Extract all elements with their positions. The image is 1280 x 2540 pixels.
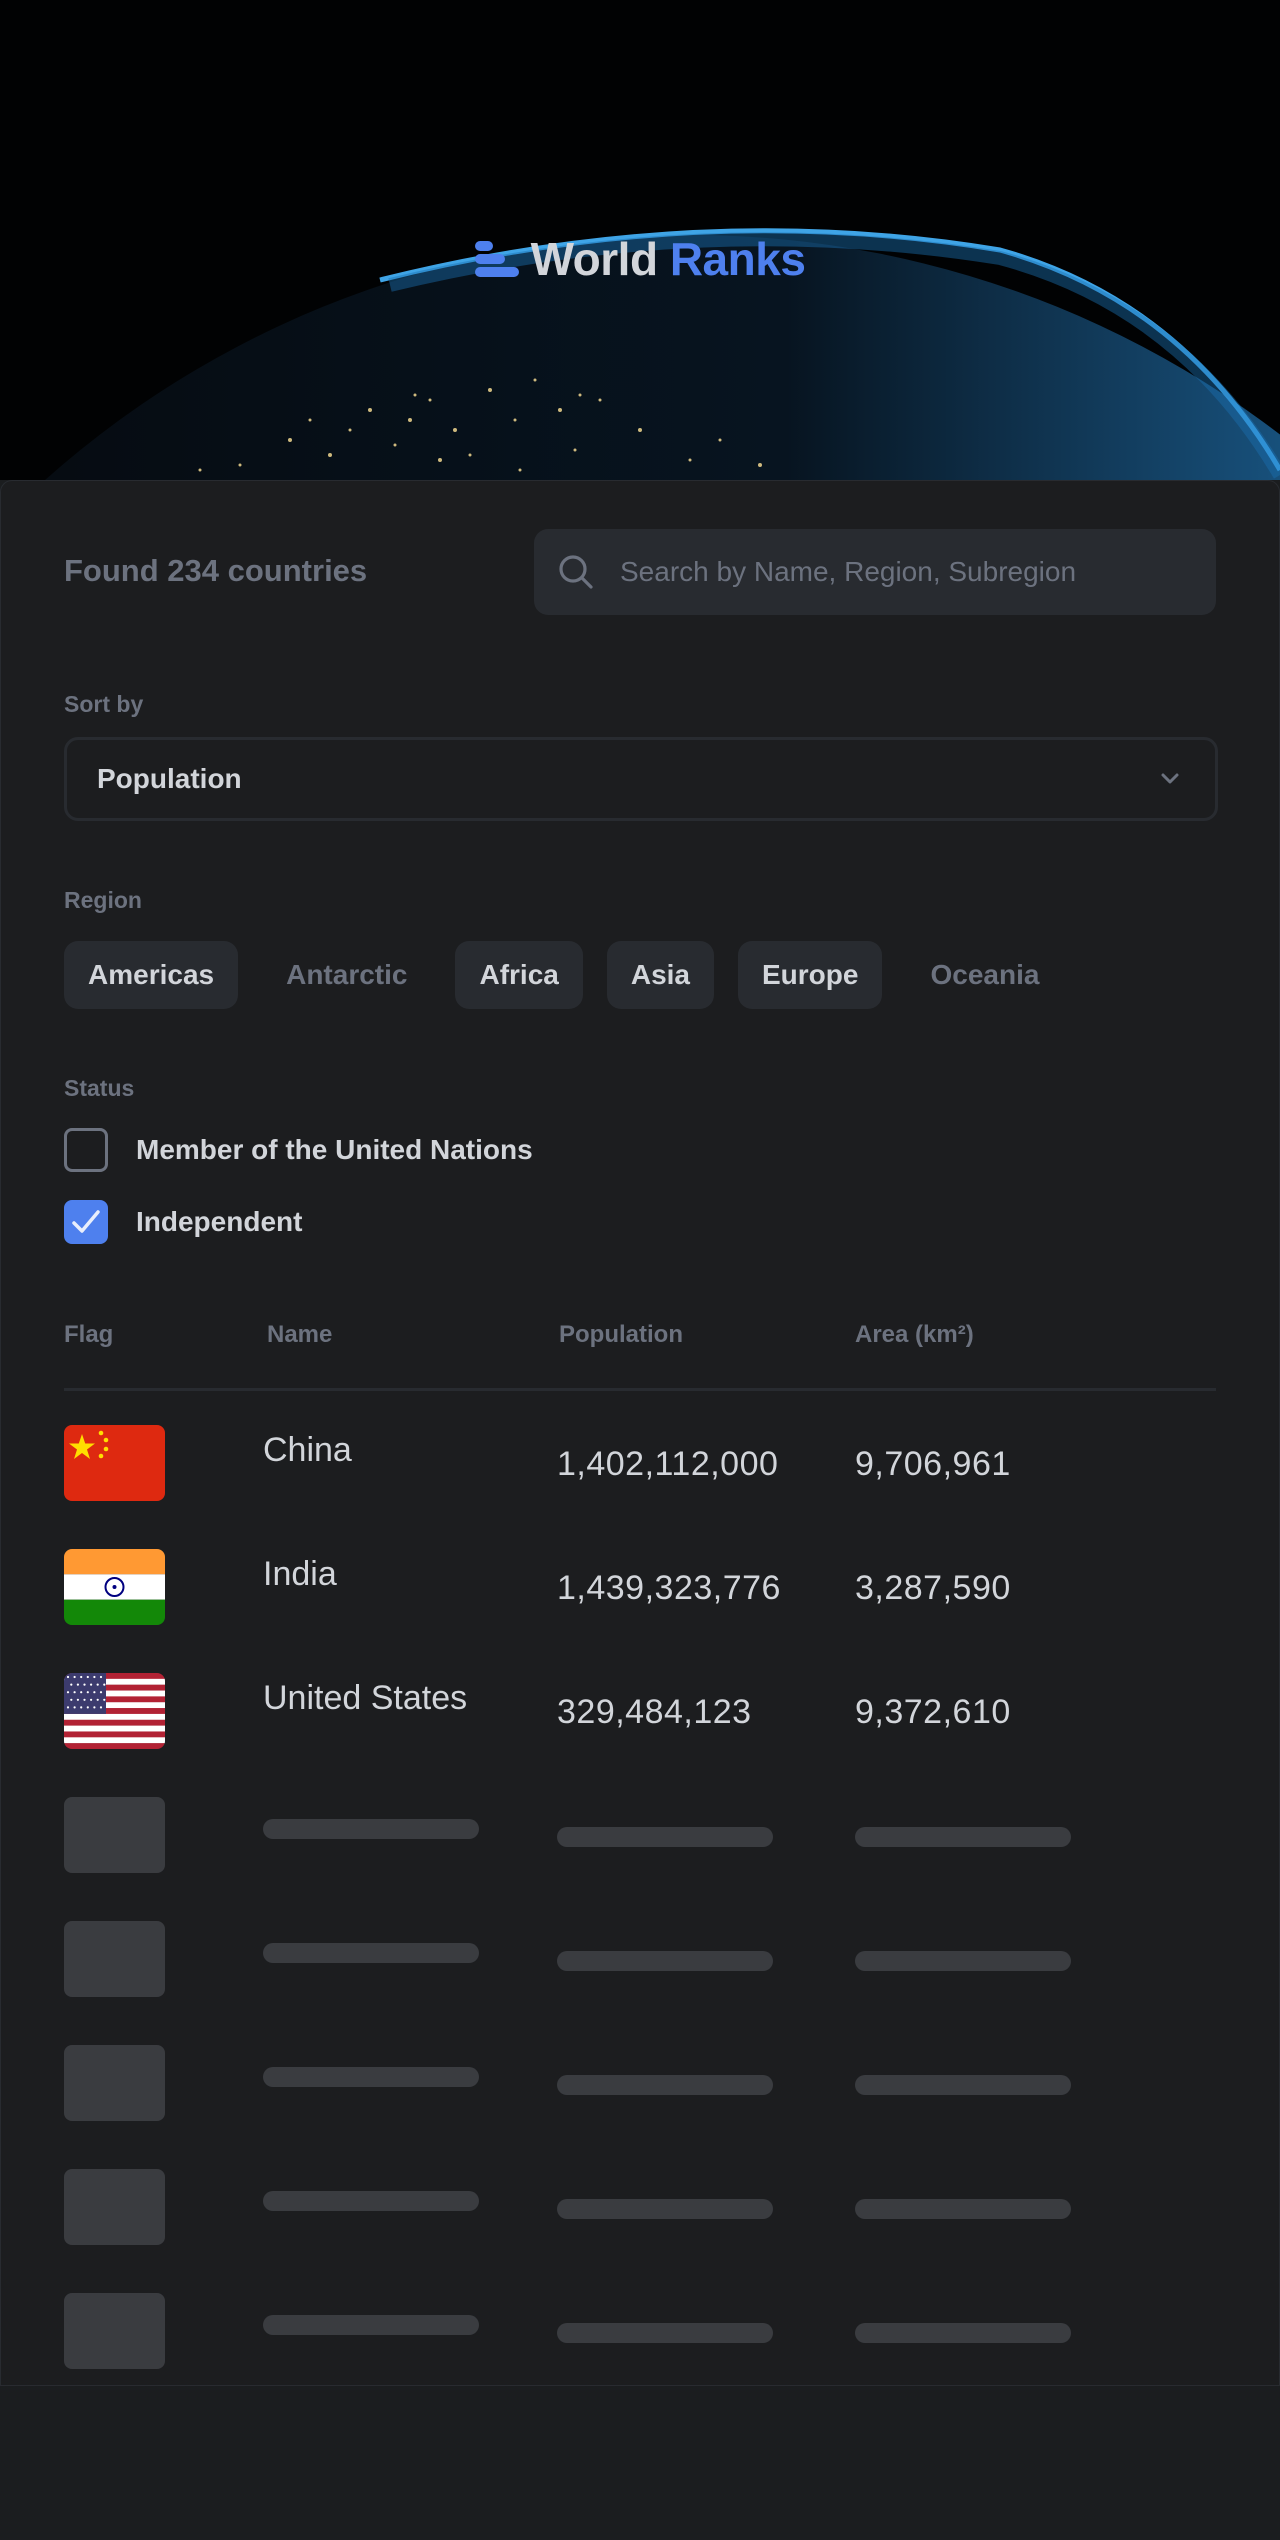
logo-text-ranks: Ranks bbox=[669, 233, 806, 285]
country-area: 9,372,610 bbox=[855, 1693, 1011, 1731]
loading-row bbox=[64, 1797, 1216, 1875]
loading-name-placeholder bbox=[263, 2191, 479, 2211]
chevron-down-icon bbox=[1159, 768, 1181, 790]
column-header-name[interactable]: Name bbox=[267, 1321, 332, 1349]
region-chip-americas[interactable]: Americas bbox=[64, 941, 239, 1009]
status-option-un-member[interactable]: Member of the United Nations bbox=[64, 1128, 533, 1172]
hero-banner: World Ranks bbox=[0, 0, 1280, 480]
status-label: Status bbox=[64, 1075, 135, 1101]
table-row[interactable]: India 1,439,323,776 3,287,590 bbox=[64, 1549, 1216, 1627]
country-area: 9,706,961 bbox=[855, 1445, 1011, 1483]
loading-area-placeholder bbox=[855, 2323, 1071, 2343]
loading-name-placeholder bbox=[263, 1943, 479, 1963]
countries-panel: Found 234 countries Sort by Population R… bbox=[0, 480, 1280, 2386]
country-population: 329,484,123 bbox=[557, 1693, 752, 1731]
column-header-flag[interactable]: Flag bbox=[64, 1321, 113, 1349]
loading-flag-placeholder bbox=[64, 2293, 165, 2369]
region-chips: Americas Antarctic Africa Asia Europe Oc… bbox=[64, 941, 1087, 1009]
country-name: China bbox=[263, 1431, 352, 1469]
sort-select[interactable]: Population bbox=[64, 737, 1218, 821]
results-count: Found 234 countries bbox=[64, 553, 368, 588]
column-header-area[interactable]: Area (km²) bbox=[855, 1321, 974, 1349]
country-name: India bbox=[263, 1555, 337, 1593]
loading-area-placeholder bbox=[855, 2075, 1071, 2095]
loading-area-placeholder bbox=[855, 1951, 1071, 1971]
loading-population-placeholder bbox=[557, 2323, 773, 2343]
loading-population-placeholder bbox=[557, 1951, 773, 1971]
checkmark-icon bbox=[72, 1210, 100, 1233]
independent-checkbox[interactable] bbox=[64, 1200, 108, 1244]
table-row[interactable]: United States 329,484,123 9,372,610 bbox=[64, 1673, 1216, 1751]
logo[interactable]: World Ranks bbox=[0, 232, 1280, 286]
loading-population-placeholder bbox=[557, 2199, 773, 2219]
un-member-checkbox[interactable] bbox=[64, 1128, 108, 1172]
loading-flag-placeholder bbox=[64, 2045, 165, 2121]
sort-selected-value: Population bbox=[97, 763, 242, 794]
loading-row bbox=[64, 2045, 1216, 2123]
loading-area-placeholder bbox=[855, 1827, 1071, 1847]
country-population: 1,439,323,776 bbox=[557, 1569, 781, 1607]
table-header: Flag Name Population Area (km²) bbox=[64, 1321, 1216, 1373]
loading-row bbox=[64, 2169, 1216, 2247]
loading-flag-placeholder bbox=[64, 2169, 165, 2245]
country-area: 3,287,590 bbox=[855, 1569, 1011, 1607]
table-row[interactable]: China 1,402,112,000 9,706,961 bbox=[64, 1425, 1216, 1503]
loading-area-placeholder bbox=[855, 2199, 1071, 2219]
loading-flag-placeholder bbox=[64, 1921, 165, 1997]
search-input[interactable] bbox=[618, 528, 1216, 616]
status-option-independent[interactable]: Independent bbox=[64, 1200, 302, 1244]
united-states-flag bbox=[64, 1673, 165, 1749]
logo-bars-icon bbox=[474, 241, 519, 277]
sort-label: Sort by bbox=[64, 691, 144, 717]
loading-name-placeholder bbox=[263, 1819, 479, 1839]
region-label: Region bbox=[64, 887, 142, 913]
search-box[interactable] bbox=[534, 528, 1216, 616]
region-chip-oceania[interactable]: Oceania bbox=[906, 941, 1063, 1009]
table-divider bbox=[64, 1388, 1216, 1391]
india-flag bbox=[64, 1549, 165, 1625]
independent-label: Independent bbox=[136, 1206, 303, 1237]
region-chip-asia[interactable]: Asia bbox=[606, 941, 714, 1009]
loading-name-placeholder bbox=[263, 2067, 479, 2087]
region-chip-africa[interactable]: Africa bbox=[455, 941, 583, 1009]
china-flag bbox=[64, 1425, 165, 1501]
un-member-label: Member of the United Nations bbox=[136, 1134, 533, 1165]
loading-population-placeholder bbox=[557, 1827, 773, 1847]
country-population: 1,402,112,000 bbox=[557, 1445, 779, 1483]
loading-name-placeholder bbox=[263, 2315, 479, 2335]
loading-population-placeholder bbox=[557, 2075, 773, 2095]
loading-flag-placeholder bbox=[64, 1797, 165, 1873]
search-icon bbox=[556, 552, 596, 592]
country-name: United States bbox=[263, 1679, 468, 1717]
loading-row bbox=[64, 1921, 1216, 1999]
region-chip-europe[interactable]: Europe bbox=[738, 941, 883, 1009]
loading-row bbox=[64, 2293, 1216, 2371]
logo-text: World Ranks bbox=[531, 232, 806, 286]
logo-text-world: World bbox=[530, 233, 658, 285]
column-header-population[interactable]: Population bbox=[559, 1321, 683, 1349]
region-chip-antarctic[interactable]: Antarctic bbox=[262, 941, 431, 1009]
